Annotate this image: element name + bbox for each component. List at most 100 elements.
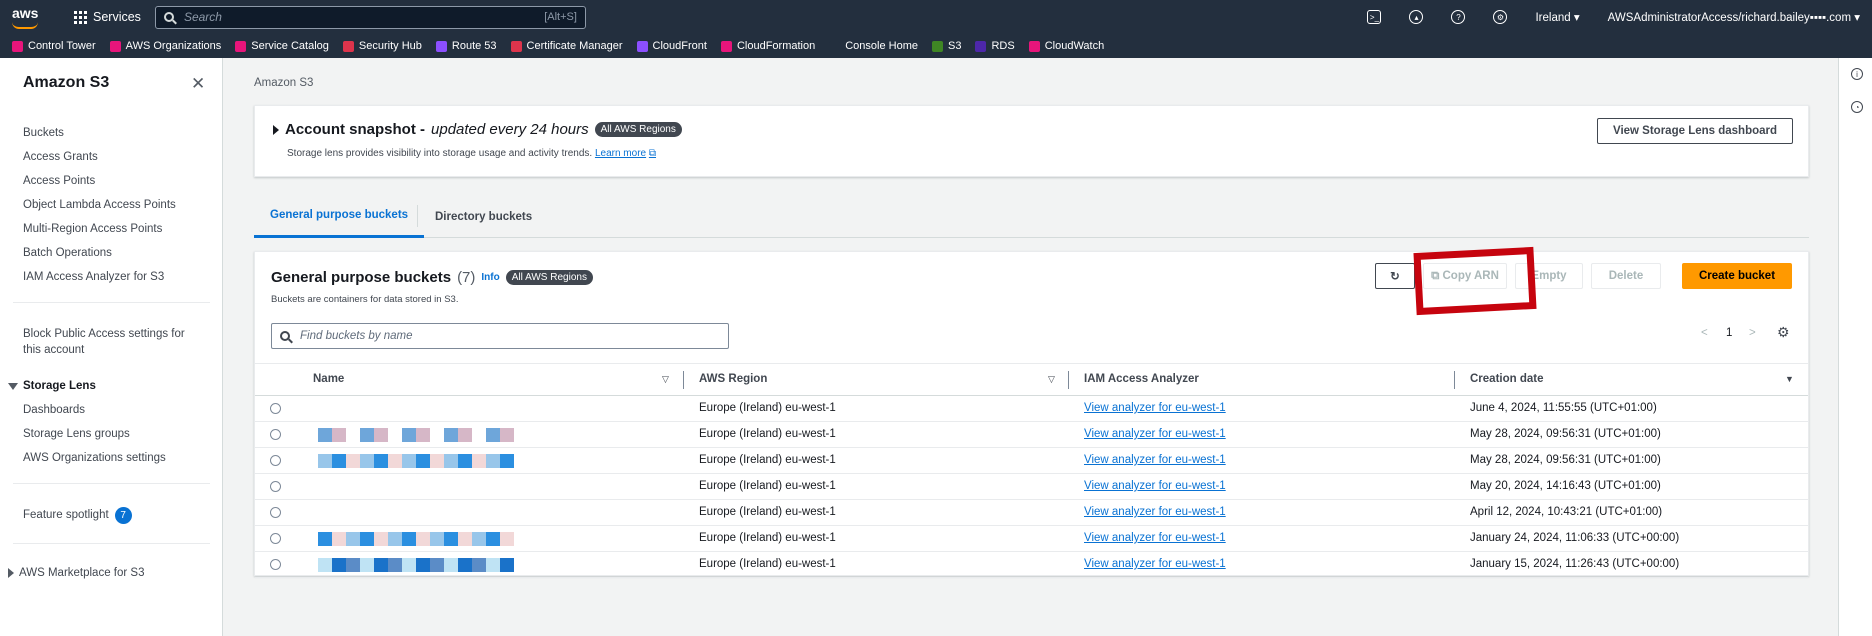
close-icon[interactable]: ✕ [191,74,205,94]
caret-right-icon [8,568,14,578]
table-row[interactable]: Europe (Ireland) eu-west-1 View analyzer … [255,500,1808,526]
insights-icon[interactable]: ◔ [1851,101,1863,113]
table-row[interactable]: Europe (Ireland) eu-west-1 View analyzer … [255,526,1808,552]
table-row[interactable]: Europe (Ireland) eu-west-1 View analyzer … [255,552,1808,578]
account-snapshot-toggle[interactable]: Account snapshot - updated every 24 hour… [273,121,682,138]
find-buckets-input[interactable]: Find buckets by name [271,323,729,349]
breadcrumb[interactable]: Amazon S3 [254,77,313,89]
row-select-radio[interactable] [270,403,281,414]
favorite-item[interactable]: Certificate Manager [510,40,623,52]
storage-lens-section[interactable]: Storage Lens [8,380,96,392]
sort-icon[interactable]: ▽ [1048,374,1055,385]
sidebar-item-dashboards[interactable]: Dashboards [23,404,85,416]
sidebar-item-buckets[interactable]: Buckets [23,127,64,139]
page-number[interactable]: 1 [1726,327,1732,339]
tab-general-purpose[interactable]: General purpose buckets [254,195,425,238]
view-analyzer-link[interactable]: View analyzer for eu-west-1 [1084,402,1226,414]
favorites-bar: Control Tower AWS Organizations Service Ca… [0,34,1872,58]
view-analyzer-link[interactable]: View analyzer for eu-west-1 [1084,558,1226,570]
view-analyzer-link[interactable]: View analyzer for eu-west-1 [1084,506,1226,518]
sort-icon[interactable]: ▽ [662,374,669,385]
view-analyzer-link[interactable]: View analyzer for eu-west-1 [1084,454,1226,466]
sort-descending-icon[interactable]: ▼ [1785,374,1794,384]
service-icon [975,40,987,52]
column-creation-date[interactable]: Creation date [1470,373,1544,385]
cell-creation-date: May 20, 2024, 14:16:43 (UTC+01:00) [1470,480,1661,492]
service-icon [435,40,447,52]
sidebar-item-multi-region[interactable]: Multi-Region Access Points [23,223,162,235]
cell-creation-date: April 12, 2024, 10:43:21 (UTC+01:00) [1470,506,1663,518]
row-select-radio[interactable] [270,429,281,440]
sidebar-item-lens-groups[interactable]: Storage Lens groups [23,428,130,440]
favorite-item[interactable]: S3 [932,40,961,52]
cell-region: Europe (Ireland) eu-west-1 [699,558,836,570]
sidebar-item-block-public-access[interactable]: Block Public Access settings for this ac… [23,326,203,358]
annotation-highlight-box [1413,246,1537,316]
account-menu[interactable]: AWSAdministratorAccess/richard.bailey▪▪▪… [1608,10,1860,24]
info-icon[interactable]: i [1851,68,1863,80]
sidebar-item-org-settings[interactable]: AWS Organizations settings [23,452,166,464]
favorite-item[interactable]: CloudWatch [1028,40,1104,52]
help-icon[interactable]: ? [1451,10,1466,24]
s3-sidebar: Amazon S3 ✕ Buckets Access Grants Access… [0,58,223,636]
bucket-count: (7) [457,269,476,286]
global-search-input[interactable]: Search [Alt+S] [154,5,586,29]
favorite-item[interactable]: Route 53 [435,40,497,52]
divider [13,543,210,544]
notifications-bell-icon[interactable]: ▴ [1409,10,1424,24]
service-icon [932,40,943,52]
learn-more-link[interactable]: Learn more [595,148,646,159]
search-shortcut: [Alt+S] [544,11,577,23]
row-select-radio[interactable] [270,559,281,570]
view-analyzer-link[interactable]: View analyzer for eu-west-1 [1084,428,1226,440]
cloudshell-icon[interactable]: >_ [1367,10,1382,24]
marketplace-section[interactable]: AWS Marketplace for S3 [8,567,144,579]
sidebar-item-iam-analyzer[interactable]: IAM Access Analyzer for S3 [23,271,164,283]
favorite-item[interactable]: RDS [975,40,1015,52]
search-icon [280,331,290,341]
view-storage-lens-button[interactable]: View Storage Lens dashboard [1597,118,1793,144]
view-analyzer-link[interactable]: View analyzer for eu-west-1 [1084,532,1226,544]
favorite-item[interactable]: CloudFormation [720,40,815,52]
favorite-item[interactable]: CloudFront [636,40,707,52]
sidebar-item-access-grants[interactable]: Access Grants [23,151,98,163]
tab-directory-buckets[interactable]: Directory buckets [435,195,532,238]
favorite-item[interactable]: Console Home [829,40,918,52]
preferences-gear-icon[interactable]: ⚙ [1777,324,1790,341]
favorite-item[interactable]: Service Catalog [235,40,329,52]
table-header: Name ▽ AWS Region ▽ IAM Access Analyzer … [255,363,1808,396]
row-select-radio[interactable] [270,533,281,544]
table-row[interactable]: Europe (Ireland) eu-west-1 View analyzer … [255,474,1808,500]
services-menu[interactable]: Services [74,10,141,24]
favorite-item[interactable]: Control Tower [12,40,96,52]
sidebar-item-feature-spotlight[interactable]: Feature spotlight 7 [23,507,132,524]
favorite-item[interactable]: Security Hub [342,40,422,52]
aws-logo[interactable]: aws [12,5,54,29]
column-name[interactable]: Name [313,373,344,385]
row-select-radio[interactable] [270,455,281,466]
panel-title: General purpose buckets (7) Info All AWS… [271,269,593,286]
sidebar-item-access-points[interactable]: Access Points [23,175,95,187]
table-row[interactable]: Europe (Ireland) eu-west-1 View analyzer … [255,396,1808,422]
column-iam-analyzer[interactable]: IAM Access Analyzer [1084,373,1199,385]
view-analyzer-link[interactable]: View analyzer for eu-west-1 [1084,480,1226,492]
sidebar-item-object-lambda[interactable]: Object Lambda Access Points [23,199,176,211]
previous-page-icon[interactable]: < [1701,327,1708,339]
service-icon [235,40,247,52]
info-link[interactable]: Info [481,272,499,283]
row-select-radio[interactable] [270,507,281,518]
column-region[interactable]: AWS Region [699,373,767,385]
external-link-icon: ⧉ [648,148,657,159]
create-bucket-button[interactable]: Create bucket [1682,263,1792,289]
table-row[interactable]: Europe (Ireland) eu-west-1 View analyzer … [255,422,1808,448]
settings-gear-icon[interactable]: ⚙ [1493,10,1508,24]
delete-button[interactable]: Delete [1591,263,1661,289]
refresh-button[interactable]: ↻ [1375,263,1415,289]
next-page-icon[interactable]: > [1749,327,1756,339]
favorite-item[interactable]: AWS Organizations [109,40,221,52]
row-select-radio[interactable] [270,481,281,492]
region-selector[interactable]: Ireland ▾ [1535,10,1579,24]
cell-region: Europe (Ireland) eu-west-1 [699,428,836,440]
sidebar-item-batch-operations[interactable]: Batch Operations [23,247,112,259]
table-row[interactable]: Europe (Ireland) eu-west-1 View analyzer … [255,448,1808,474]
